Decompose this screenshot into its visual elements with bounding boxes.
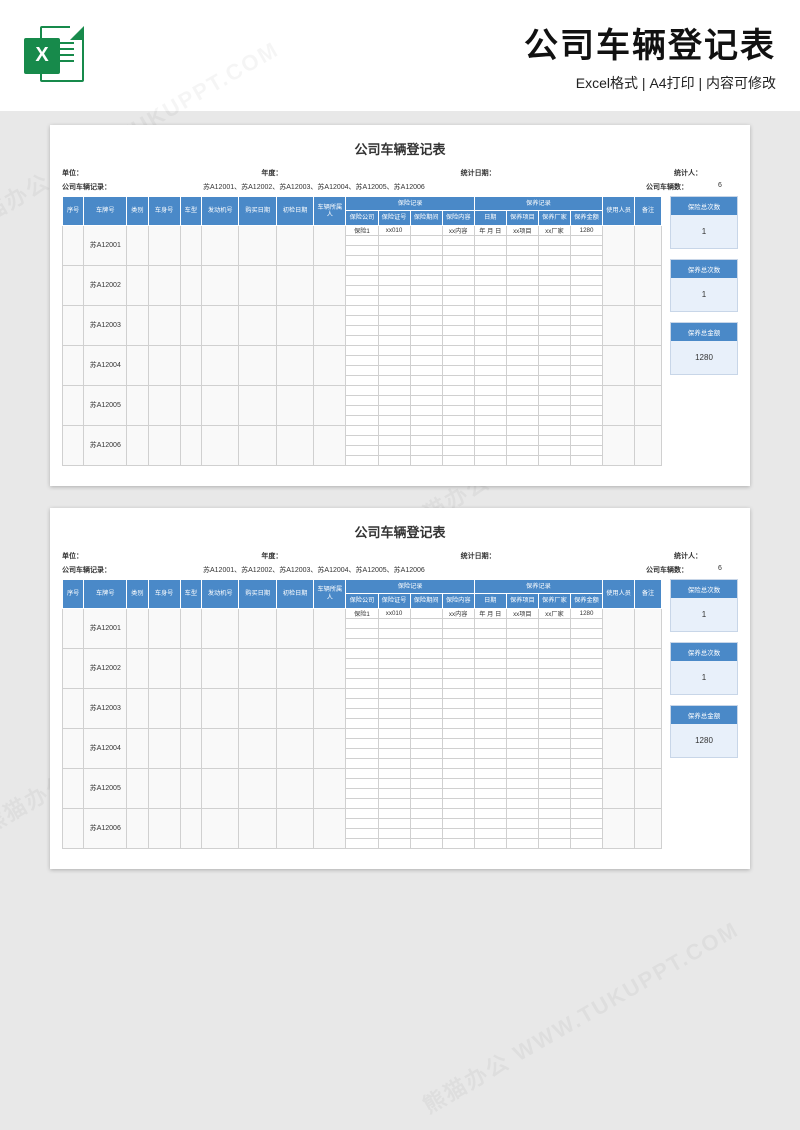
summary-header: 保养总金额 [671, 706, 737, 724]
plate-cell: 苏A12004 [84, 728, 127, 768]
vehicle-count: 6 [718, 565, 738, 575]
sheet-title: 公司车辆登记表 [62, 139, 738, 158]
preview-page-1: 公司车辆登记表 单位： 年度： 统计日期： 统计人： 公司车辆记录： 苏A120… [50, 125, 750, 486]
plate-cell: 苏A12002 [84, 265, 127, 305]
summary-panel: 保险总次数 1 保养总次数 1 保养总金额 1280 [670, 579, 738, 758]
label-count: 公司车辆数： [646, 182, 688, 192]
plate-cell: 苏A12003 [84, 688, 127, 728]
table-row: 苏A12006 [63, 808, 662, 818]
table-row: 苏A12002 [63, 648, 662, 658]
label-unit: 单位： [62, 551, 83, 561]
label-statdate: 统计日期： [461, 168, 496, 178]
label-statdate: 统计日期： [461, 551, 496, 561]
label-record: 公司车辆记录： [62, 182, 111, 192]
plate-cell: 苏A12002 [84, 648, 127, 688]
plate-cell: 苏A12006 [84, 425, 127, 465]
label-statby: 统计人： [674, 551, 702, 561]
sheet-title: 公司车辆登记表 [62, 522, 738, 541]
label-year: 年度： [261, 168, 282, 178]
table-row: 苏A12004 [63, 728, 662, 738]
plate-cell: 苏A12006 [84, 808, 127, 848]
summary-box: 保养总次数 1 [670, 259, 738, 312]
vehicle-table: 序号车牌号 类别车身号 车型发动机号 购买日期初检日期 车辆所属人 保险记录 保… [62, 196, 662, 466]
plate-cell: 苏A12001 [84, 225, 127, 265]
plate-cell: 苏A12005 [84, 768, 127, 808]
preview-page-2: 公司车辆登记表 单位： 年度： 统计日期： 统计人： 公司车辆记录： 苏A120… [50, 508, 750, 869]
label-unit: 单位： [62, 168, 83, 178]
summary-value: 1280 [671, 341, 737, 374]
summary-value: 1 [671, 598, 737, 631]
plate-cell: 苏A12001 [84, 608, 127, 648]
table-row: 苏A12001 保险1xx010xx内容 年 月 日xx项目xx厂家1280 [63, 608, 662, 618]
product-subtitle: Excel格式 | A4打印 | 内容可修改 [102, 73, 776, 93]
summary-header: 保养总次数 [671, 643, 737, 661]
summary-panel: 保险总次数 1 保养总次数 1 保养总金额 1280 [670, 196, 738, 375]
summary-header: 保险总次数 [671, 197, 737, 215]
summary-header: 保养总次数 [671, 260, 737, 278]
label-count: 公司车辆数： [646, 565, 688, 575]
label-record: 公司车辆记录： [62, 565, 111, 575]
summary-box: 保养总金额 1280 [670, 322, 738, 375]
summary-box: 保养总金额 1280 [670, 705, 738, 758]
label-statby: 统计人： [674, 168, 702, 178]
table-row: 苏A12005 [63, 385, 662, 395]
plate-cell: 苏A12003 [84, 305, 127, 345]
plate-list: 苏A12001、苏A12002、苏A12003、苏A12004、苏A12005、… [203, 182, 425, 192]
vehicle-table: 序号车牌号 类别车身号 车型发动机号 购买日期初检日期 车辆所属人 保险记录 保… [62, 579, 662, 849]
plate-cell: 苏A12004 [84, 345, 127, 385]
summary-header: 保险总次数 [671, 580, 737, 598]
vehicle-count: 6 [718, 182, 738, 192]
product-header: X 公司车辆登记表 Excel格式 | A4打印 | 内容可修改 [0, 0, 800, 111]
table-row: 苏A12004 [63, 345, 662, 355]
summary-box: 保养总次数 1 [670, 642, 738, 695]
summary-value: 1 [671, 278, 737, 311]
watermark: 熊猫办公 WWW.TUKUPPT.COM [416, 912, 744, 1120]
summary-value: 1 [671, 661, 737, 694]
plate-cell: 苏A12005 [84, 385, 127, 425]
excel-icon: X [24, 26, 84, 86]
summary-value: 1 [671, 215, 737, 248]
label-year: 年度： [261, 551, 282, 561]
plate-list: 苏A12001、苏A12002、苏A12003、苏A12004、苏A12005、… [203, 565, 425, 575]
table-row: 苏A12001 保险1xx010xx内容 年 月 日xx项目xx厂家1280 [63, 225, 662, 235]
summary-box: 保险总次数 1 [670, 196, 738, 249]
product-title: 公司车辆登记表 [102, 18, 776, 67]
table-row: 苏A12003 [63, 305, 662, 315]
summary-box: 保险总次数 1 [670, 579, 738, 632]
table-row: 苏A12002 [63, 265, 662, 275]
table-row: 苏A12006 [63, 425, 662, 435]
summary-header: 保养总金额 [671, 323, 737, 341]
summary-value: 1280 [671, 724, 737, 757]
table-row: 苏A12005 [63, 768, 662, 778]
table-row: 苏A12003 [63, 688, 662, 698]
